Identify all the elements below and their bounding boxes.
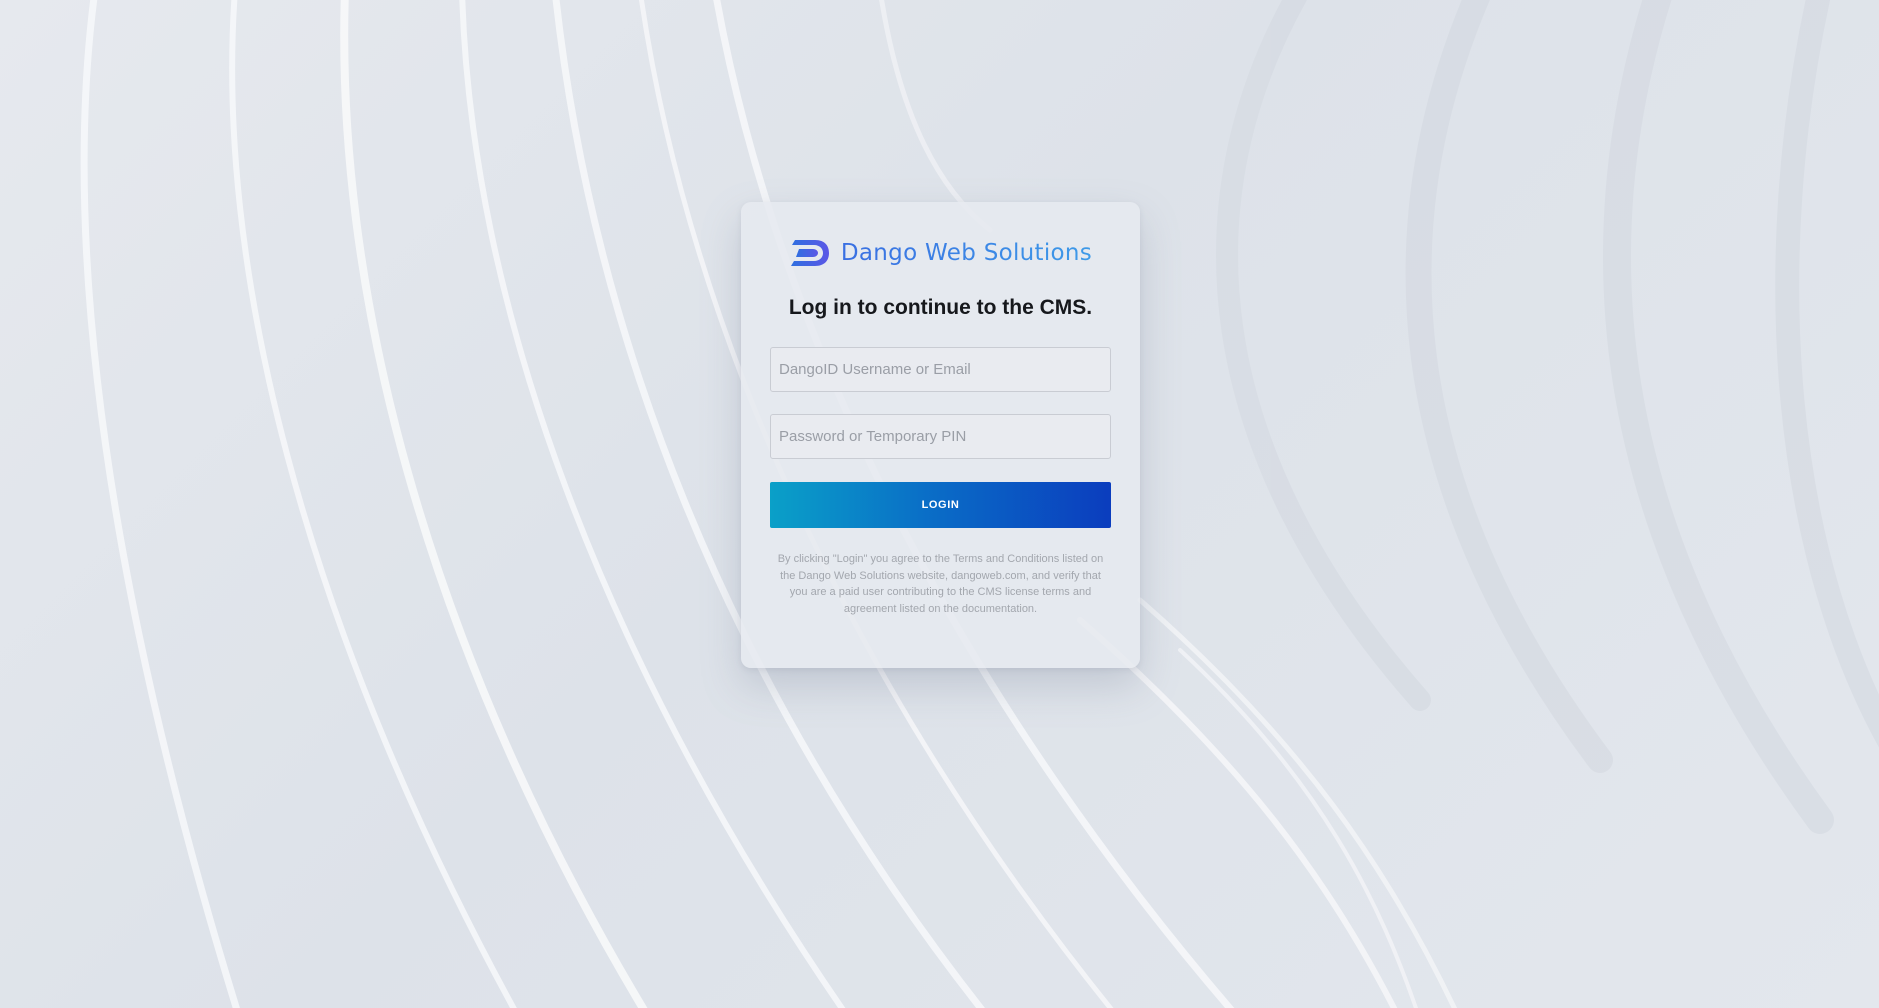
login-button[interactable]: LOGIN bbox=[770, 482, 1111, 528]
brand-header: Dango Web Solutions bbox=[741, 238, 1140, 268]
username-input[interactable] bbox=[770, 347, 1111, 392]
password-input[interactable] bbox=[770, 414, 1111, 459]
page-title: Log in to continue to the CMS. bbox=[788, 296, 1093, 319]
brand-name: Dango Web Solutions bbox=[840, 240, 1093, 266]
login-card: Dango Web Solutions Log in to continue t… bbox=[741, 202, 1140, 668]
dango-d-logo-icon bbox=[789, 238, 831, 268]
terms-disclaimer: By clicking "Login" you agree to the Ter… bbox=[777, 553, 1104, 615]
